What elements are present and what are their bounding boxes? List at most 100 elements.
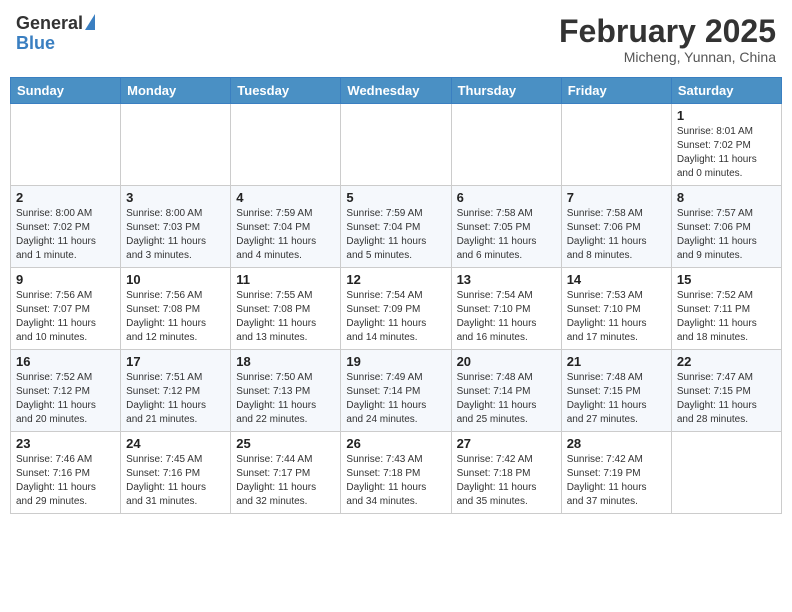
day-number: 5 — [346, 190, 445, 205]
day-info: Sunrise: 8:01 AMSunset: 7:02 PMDaylight:… — [677, 125, 776, 181]
logo: General Blue — [16, 14, 95, 54]
day-number: 4 — [236, 190, 335, 205]
day-number: 8 — [677, 190, 776, 205]
day-info: Sunrise: 7:52 AMSunset: 7:12 PMDaylight:… — [16, 371, 115, 427]
calendar-cell: 14 Sunrise: 7:53 AMSunset: 7:10 PMDayligh… — [561, 268, 671, 350]
day-info: Sunrise: 7:50 AMSunset: 7:13 PMDaylight:… — [236, 371, 335, 427]
day-number: 11 — [236, 272, 335, 287]
calendar-cell — [121, 104, 231, 186]
calendar-cell: 2 Sunrise: 8:00 AMSunset: 7:02 PMDaylight… — [11, 186, 121, 268]
day-number: 10 — [126, 272, 225, 287]
weekday-header-sunday: Sunday — [11, 78, 121, 104]
weekday-header-tuesday: Tuesday — [231, 78, 341, 104]
day-number: 24 — [126, 436, 225, 451]
day-info: Sunrise: 7:52 AMSunset: 7:11 PMDaylight:… — [677, 289, 776, 345]
calendar-cell — [561, 104, 671, 186]
calendar-cell: 16 Sunrise: 7:52 AMSunset: 7:12 PMDayligh… — [11, 350, 121, 432]
page-header: General Blue February 2025 Micheng, Yunn… — [10, 10, 782, 69]
calendar-cell: 23 Sunrise: 7:46 AMSunset: 7:16 PMDayligh… — [11, 432, 121, 514]
calendar-cell — [451, 104, 561, 186]
weekday-header-wednesday: Wednesday — [341, 78, 451, 104]
day-info: Sunrise: 7:42 AMSunset: 7:19 PMDaylight:… — [567, 453, 666, 509]
calendar-cell: 8 Sunrise: 7:57 AMSunset: 7:06 PMDaylight… — [671, 186, 781, 268]
calendar-cell: 20 Sunrise: 7:48 AMSunset: 7:14 PMDayligh… — [451, 350, 561, 432]
calendar-cell: 6 Sunrise: 7:58 AMSunset: 7:05 PMDaylight… — [451, 186, 561, 268]
calendar-cell: 21Sunrise: 7:48 AMSunset: 7:15 PMDayligh… — [561, 350, 671, 432]
month-title: February 2025 — [559, 14, 776, 49]
logo-blue-text: Blue — [16, 34, 55, 54]
day-number: 6 — [457, 190, 556, 205]
week-row-2: 9 Sunrise: 7:56 AMSunset: 7:07 PMDaylight… — [11, 268, 782, 350]
day-number: 16 — [16, 354, 115, 369]
calendar-cell: 22Sunrise: 7:47 AMSunset: 7:15 PMDayligh… — [671, 350, 781, 432]
day-info: Sunrise: 8:00 AMSunset: 7:02 PMDaylight:… — [16, 207, 115, 263]
day-number: 18 — [236, 354, 335, 369]
day-number: 1 — [677, 108, 776, 123]
calendar-cell: 10Sunrise: 7:56 AMSunset: 7:08 PMDayligh… — [121, 268, 231, 350]
day-info: Sunrise: 7:58 AMSunset: 7:05 PMDaylight:… — [457, 207, 556, 263]
calendar-cell — [671, 432, 781, 514]
day-number: 26 — [346, 436, 445, 451]
week-row-4: 23 Sunrise: 7:46 AMSunset: 7:16 PMDayligh… — [11, 432, 782, 514]
calendar-cell: 19 Sunrise: 7:49 AMSunset: 7:14 PMDayligh… — [341, 350, 451, 432]
day-info: Sunrise: 8:00 AMSunset: 7:03 PMDaylight:… — [126, 207, 225, 263]
calendar-cell: 1 Sunrise: 8:01 AMSunset: 7:02 PMDaylight… — [671, 104, 781, 186]
calendar-cell: 13Sunrise: 7:54 AMSunset: 7:10 PMDayligh… — [451, 268, 561, 350]
day-number: 14 — [567, 272, 666, 287]
calendar-cell: 5Sunrise: 7:59 AMSunset: 7:04 PMDaylight… — [341, 186, 451, 268]
title-block: February 2025 Micheng, Yunnan, China — [559, 14, 776, 65]
day-info: Sunrise: 7:57 AMSunset: 7:06 PMDaylight:… — [677, 207, 776, 263]
day-info: Sunrise: 7:49 AMSunset: 7:14 PMDaylight:… — [346, 371, 445, 427]
week-row-0: 1 Sunrise: 8:01 AMSunset: 7:02 PMDaylight… — [11, 104, 782, 186]
calendar-cell: 17 Sunrise: 7:51 AMSunset: 7:12 PMDayligh… — [121, 350, 231, 432]
calendar-cell: 9 Sunrise: 7:56 AMSunset: 7:07 PMDaylight… — [11, 268, 121, 350]
calendar-cell: 27Sunrise: 7:42 AMSunset: 7:18 PMDayligh… — [451, 432, 561, 514]
day-number: 27 — [457, 436, 556, 451]
calendar-cell: 3 Sunrise: 8:00 AMSunset: 7:03 PMDaylight… — [121, 186, 231, 268]
day-info: Sunrise: 7:51 AMSunset: 7:12 PMDaylight:… — [126, 371, 225, 427]
weekday-header-row: SundayMondayTuesdayWednesdayThursdayFrid… — [11, 78, 782, 104]
calendar-cell: 4 Sunrise: 7:59 AMSunset: 7:04 PMDaylight… — [231, 186, 341, 268]
day-info: Sunrise: 7:56 AMSunset: 7:07 PMDaylight:… — [16, 289, 115, 345]
calendar-cell: 28 Sunrise: 7:42 AMSunset: 7:19 PMDayligh… — [561, 432, 671, 514]
day-info: Sunrise: 7:59 AMSunset: 7:04 PMDaylight:… — [236, 207, 335, 263]
day-number: 20 — [457, 354, 556, 369]
weekday-header-thursday: Thursday — [451, 78, 561, 104]
day-number: 9 — [16, 272, 115, 287]
weekday-header-friday: Friday — [561, 78, 671, 104]
day-info: Sunrise: 7:54 AMSunset: 7:09 PMDaylight:… — [346, 289, 445, 345]
day-number: 25 — [236, 436, 335, 451]
calendar-cell: 15 Sunrise: 7:52 AMSunset: 7:11 PMDayligh… — [671, 268, 781, 350]
week-row-1: 2 Sunrise: 8:00 AMSunset: 7:02 PMDaylight… — [11, 186, 782, 268]
week-row-3: 16 Sunrise: 7:52 AMSunset: 7:12 PMDayligh… — [11, 350, 782, 432]
location: Micheng, Yunnan, China — [559, 49, 776, 65]
calendar-cell — [11, 104, 121, 186]
day-info: Sunrise: 7:53 AMSunset: 7:10 PMDaylight:… — [567, 289, 666, 345]
day-number: 23 — [16, 436, 115, 451]
day-number: 2 — [16, 190, 115, 205]
day-info: Sunrise: 7:44 AMSunset: 7:17 PMDaylight:… — [236, 453, 335, 509]
day-info: Sunrise: 7:48 AMSunset: 7:14 PMDaylight:… — [457, 371, 556, 427]
day-info: Sunrise: 7:48 AMSunset: 7:15 PMDaylight:… — [567, 371, 666, 427]
calendar-cell: 24 Sunrise: 7:45 AMSunset: 7:16 PMDayligh… — [121, 432, 231, 514]
day-number: 15 — [677, 272, 776, 287]
day-info: Sunrise: 7:46 AMSunset: 7:16 PMDaylight:… — [16, 453, 115, 509]
day-info: Sunrise: 7:54 AMSunset: 7:10 PMDaylight:… — [457, 289, 556, 345]
day-number: 7 — [567, 190, 666, 205]
logo-general-text: General — [16, 14, 83, 34]
calendar-cell — [231, 104, 341, 186]
day-number: 3 — [126, 190, 225, 205]
day-number: 19 — [346, 354, 445, 369]
day-info: Sunrise: 7:45 AMSunset: 7:16 PMDaylight:… — [126, 453, 225, 509]
weekday-header-saturday: Saturday — [671, 78, 781, 104]
calendar-cell — [341, 104, 451, 186]
calendar-cell: 11Sunrise: 7:55 AMSunset: 7:08 PMDayligh… — [231, 268, 341, 350]
day-number: 12 — [346, 272, 445, 287]
calendar-cell: 12 Sunrise: 7:54 AMSunset: 7:09 PMDayligh… — [341, 268, 451, 350]
day-info: Sunrise: 7:58 AMSunset: 7:06 PMDaylight:… — [567, 207, 666, 263]
day-number: 17 — [126, 354, 225, 369]
calendar-cell: 26Sunrise: 7:43 AMSunset: 7:18 PMDayligh… — [341, 432, 451, 514]
calendar-cell: 25 Sunrise: 7:44 AMSunset: 7:17 PMDayligh… — [231, 432, 341, 514]
day-number: 28 — [567, 436, 666, 451]
calendar-cell: 18 Sunrise: 7:50 AMSunset: 7:13 PMDayligh… — [231, 350, 341, 432]
